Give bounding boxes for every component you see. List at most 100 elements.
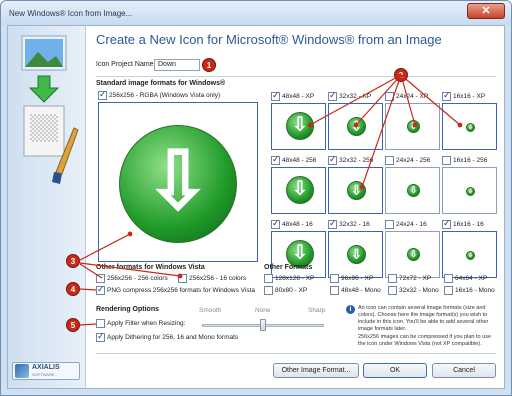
checkbox-48-16[interactable]: [271, 218, 280, 229]
standard-formats-label: Standard image formats for Windows®: [96, 80, 226, 87]
checkbox-24-xp[interactable]: [385, 92, 394, 101]
checkbox-32-xp[interactable]: [328, 90, 337, 101]
project-name-input[interactable]: Down: [154, 59, 200, 71]
callout-badge-1: 1: [202, 58, 216, 72]
checkbox-80-xp[interactable]: [264, 286, 273, 295]
other-image-format-button[interactable]: Other Image Format...: [273, 363, 359, 378]
arrow-down-icon: [407, 248, 420, 261]
divider: [96, 353, 496, 354]
vista-formats-label: Other formats for Windows Vista: [96, 264, 205, 271]
checkbox-24-256[interactable]: [385, 156, 394, 165]
slider-label-sharp: Sharp: [308, 307, 326, 314]
checkbox-256-16colors[interactable]: [178, 274, 187, 283]
filter-slider-thumb[interactable]: [260, 319, 266, 331]
checkbox-256-rgba[interactable]: [98, 89, 107, 100]
checkbox-apply-dithering[interactable]: [96, 331, 105, 342]
checkbox-apply-filter[interactable]: [96, 319, 105, 328]
checkbox-96-xp[interactable]: [330, 274, 339, 283]
arrow-down-icon: [407, 184, 420, 197]
window-title: New Windows® Icon from Image...: [9, 8, 133, 18]
image-to-icon-illustration: [21, 35, 79, 184]
info-text-1: An icon can contain several image format…: [358, 305, 489, 332]
checkbox-16-xp[interactable]: [442, 90, 451, 101]
preview-16-16[interactable]: [442, 231, 497, 278]
preview-24-16[interactable]: [385, 231, 440, 278]
label-png-compress: PNG compress 256x256 formats for Windows…: [107, 287, 255, 294]
checkbox-32-256[interactable]: [328, 154, 337, 165]
preview-16-256[interactable]: [442, 167, 497, 214]
label-32-16: 32x32 - 16: [339, 221, 370, 228]
dialog-client-area: AXIALIS SOFTWARE Create a New Icon for Mi…: [7, 25, 505, 389]
arrow-down-icon: [466, 123, 475, 132]
checkbox-32-mono[interactable]: [388, 286, 397, 295]
info-text-2: 256x256 images can be compressed if you …: [358, 334, 491, 347]
slider-label-smooth: Smooth: [199, 307, 222, 314]
ok-button[interactable]: OK: [363, 363, 427, 378]
label-24-xp: 24x24 - XP: [396, 93, 429, 100]
arrow-down-icon: [347, 245, 366, 264]
label-48-mono: 48x48 - Mono: [341, 287, 381, 294]
label-32-mono: 32x32 - Mono: [399, 287, 439, 294]
axialis-logo: AXIALIS SOFTWARE: [12, 362, 80, 380]
label-48-16: 48x48 - 16: [282, 221, 313, 228]
arrow-down-icon: [119, 125, 237, 243]
callout-badge-2: 2: [394, 68, 408, 82]
checkbox-128-xp[interactable]: [264, 274, 273, 283]
cancel-button[interactable]: Cancel: [432, 363, 496, 378]
checkbox-16-16[interactable]: [442, 218, 451, 229]
label-32-xp: 32x32 - XP: [339, 93, 372, 100]
logo-sub: SOFTWARE: [32, 372, 55, 377]
checkbox-256-256colors[interactable]: [96, 274, 105, 283]
callout-badge-3: 3: [66, 254, 80, 268]
preview-16-xp[interactable]: [442, 103, 497, 150]
checkbox-64-xp[interactable]: [444, 274, 453, 283]
label-16-mono: 16x16 - Mono: [455, 287, 495, 294]
preview-256[interactable]: [98, 102, 258, 262]
label-80-xp: 80x80 - XP: [275, 287, 308, 294]
close-button[interactable]: ✕: [467, 3, 505, 19]
checkbox-48-xp[interactable]: [271, 90, 280, 101]
callout-badge-4: 4: [66, 282, 80, 296]
label-128-xp: 128x128 - XP: [275, 275, 315, 282]
checkbox-48-mono[interactable]: [330, 286, 339, 295]
label-16-xp: 16x16 - XP: [453, 93, 486, 100]
label-apply-filter: Apply Filter when Resizing:: [107, 320, 186, 327]
slider-label-none: None: [255, 307, 271, 314]
preview-24-xp[interactable]: [385, 103, 440, 150]
label-64-xp: 64x64 - XP: [455, 275, 488, 282]
label-256-16colors: 256x256 - 16 colors: [189, 275, 247, 282]
preview-32-xp[interactable]: [328, 103, 383, 150]
preview-24-256[interactable]: [385, 167, 440, 214]
arrow-down-icon: [466, 251, 475, 260]
arrow-down-icon: [347, 117, 366, 136]
checkbox-16-mono[interactable]: [444, 286, 453, 295]
logo-name: AXIALIS: [32, 364, 60, 371]
axialis-logo-mark: [15, 364, 29, 378]
checkbox-png-compress[interactable]: [96, 284, 105, 295]
checkbox-48-256[interactable]: [271, 154, 280, 165]
label-48-xp: 48x48 - XP: [282, 93, 315, 100]
label-72-xp: 72x72 - XP: [399, 275, 432, 282]
preview-32-256[interactable]: [328, 167, 383, 214]
preview-48-xp[interactable]: [271, 103, 326, 150]
page-title: Create a New Icon for Microsoft® Windows…: [96, 32, 442, 47]
checkbox-16-256[interactable]: [442, 156, 451, 165]
label-16-256: 16x16 - 256: [453, 157, 488, 164]
checkbox-72-xp[interactable]: [388, 274, 397, 283]
project-name-label: Icon Project Name:: [96, 61, 156, 68]
preview-48-256[interactable]: [271, 167, 326, 214]
label-24-256: 24x24 - 256: [396, 157, 431, 164]
title-bar: New Windows® Icon from Image... ✕: [1, 1, 511, 25]
label-256-rgba: 256x256 - RGBA (Windows Vista only): [109, 92, 221, 99]
callout-badge-5: 5: [66, 318, 80, 332]
arrow-down-icon: [286, 176, 314, 204]
preview-32-16[interactable]: [328, 231, 383, 278]
checkbox-32-16[interactable]: [328, 218, 337, 229]
divider: [96, 76, 496, 77]
label-32-256: 32x32 - 256: [339, 157, 374, 164]
label-256-256colors: 256x256 - 256 colors: [107, 275, 168, 282]
checkbox-24-16[interactable]: [385, 220, 394, 229]
dialog-window: New Windows® Icon from Image... ✕ AXIALI…: [0, 0, 512, 396]
label-16-16: 16x16 - 16: [453, 221, 484, 228]
rendering-options-label: Rendering Options: [96, 306, 159, 313]
